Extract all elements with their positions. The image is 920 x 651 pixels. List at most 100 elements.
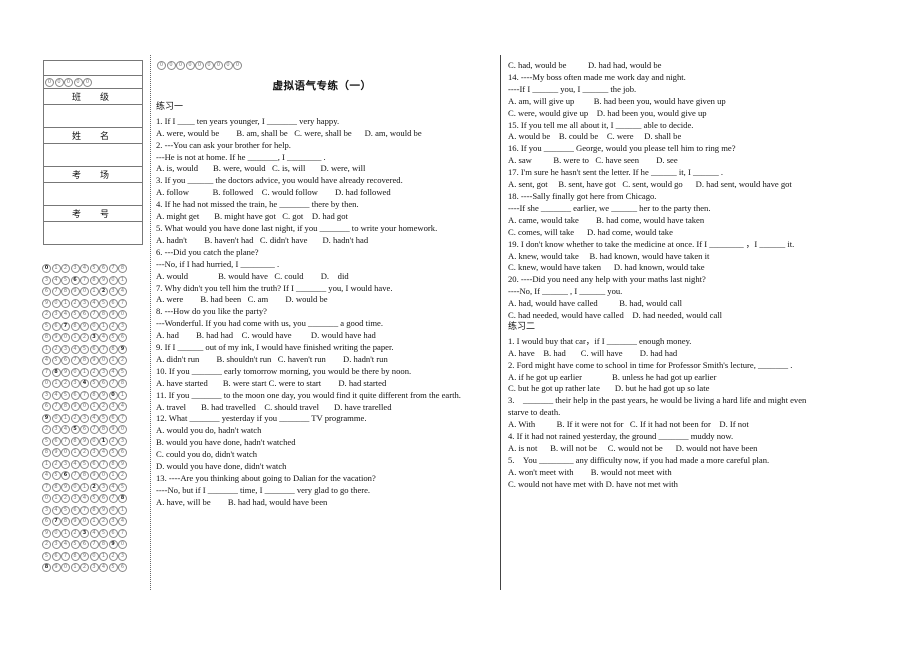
answer-bubble[interactable]: 3 [89, 448, 99, 458]
answer-bubble[interactable]: 8 [70, 321, 80, 331]
answer-bubble[interactable]: 5 [70, 425, 80, 435]
answer-bubble[interactable]: 6 [51, 551, 61, 561]
answer-bubble[interactable]: 2 [108, 436, 118, 446]
answer-bubble[interactable]: 4 [80, 264, 89, 274]
answer-bubble[interactable]: 3 [108, 402, 118, 412]
answer-bubble[interactable]: 4 [118, 287, 127, 297]
answer-bubble[interactable]: 7 [89, 540, 99, 550]
answer-bubble[interactable]: 6 [89, 344, 99, 354]
answer-bubble[interactable]: 6 [61, 356, 70, 366]
answer-bubble[interactable]: 0 [89, 551, 99, 561]
field-blank-class[interactable] [43, 104, 143, 128]
answer-bubble[interactable]: 7 [80, 390, 89, 400]
answer-bubble[interactable]: 8 [89, 390, 99, 400]
answer-bubble[interactable]: 8 [108, 459, 118, 469]
answer-bubble[interactable]: 9 [61, 482, 70, 492]
answer-bubble[interactable]: 3 [99, 367, 108, 377]
answer-bubble[interactable]: 6 [70, 275, 80, 285]
answer-bubble[interactable]: 8 [118, 264, 127, 274]
answer-bubble[interactable]: 6 [108, 528, 118, 538]
answer-bubble[interactable]: 3 [70, 264, 80, 274]
omr-bubble-row[interactable]: 123456789 [42, 459, 144, 471]
answer-bubble[interactable]: 1 [70, 448, 80, 458]
answer-bubble[interactable]: 0 [108, 390, 118, 400]
answer-bubble[interactable]: 9 [80, 321, 89, 331]
answer-bubble[interactable]: 9 [61, 367, 70, 377]
class-bubble-strip[interactable]: 00000 [44, 76, 142, 88]
answer-bubble[interactable]: 9 [70, 517, 80, 527]
answer-bubble[interactable]: 6 [99, 264, 108, 274]
answer-bubble[interactable]: 7 [99, 459, 108, 469]
answer-bubble[interactable]: 9 [108, 540, 118, 550]
answer-bubble[interactable]: 0 [42, 494, 51, 504]
answer-bubble[interactable]: 5 [118, 482, 127, 492]
answer-bubble[interactable]: 3 [118, 551, 127, 561]
answer-bubble[interactable]: 5 [70, 540, 80, 550]
answer-bubble[interactable]: 2 [61, 379, 70, 389]
answer-bubble[interactable]: 4 [61, 310, 70, 320]
answer-bubble[interactable]: 7 [61, 321, 70, 331]
omr-bubble-row[interactable]: 234567890 [42, 424, 144, 436]
answer-bubble[interactable]: 8 [70, 551, 80, 561]
answer-bubble[interactable]: 2 [99, 517, 108, 527]
answer-bubble[interactable]: 6 [42, 517, 51, 527]
field-blank-cell-room[interactable] [43, 182, 143, 206]
answer-bubble[interactable]: 0 [185, 61, 195, 70]
answer-bubble[interactable]: 3 [42, 390, 51, 400]
answer-bubble[interactable]: 7 [108, 379, 118, 389]
answer-bubble[interactable]: 3 [118, 321, 127, 331]
answer-bubble[interactable]: 9 [42, 413, 51, 423]
answer-bubble[interactable]: 7 [51, 402, 61, 412]
answer-bubble[interactable]: 1 [108, 471, 118, 481]
answer-bubble[interactable]: 0 [118, 310, 127, 320]
answer-bubble[interactable]: 5 [80, 459, 89, 469]
answer-bubble[interactable]: 8 [118, 494, 127, 504]
answer-bubble[interactable]: 0 [61, 448, 70, 458]
answer-bubble[interactable]: 1 [99, 321, 108, 331]
answer-bubble[interactable]: 1 [89, 402, 99, 412]
answer-bubble[interactable]: 4 [61, 540, 70, 550]
answer-bubble[interactable]: 8 [99, 540, 108, 550]
field-blank-room[interactable] [43, 182, 143, 206]
answer-bubble[interactable]: 5 [99, 413, 108, 423]
answer-bubble[interactable]: 5 [42, 551, 51, 561]
answer-bubble[interactable]: 8 [42, 333, 51, 343]
answer-bubble[interactable]: 0 [108, 275, 118, 285]
omr-bubble-row[interactable]: 012345678 [42, 493, 144, 505]
answer-bubble[interactable]: 0 [99, 471, 108, 481]
answer-bubble[interactable]: 1 [80, 482, 89, 492]
answer-bubble[interactable]: 9 [80, 436, 89, 446]
omr-bubble-row[interactable]: 901234567 [42, 298, 144, 310]
answer-bubble[interactable]: 2 [51, 459, 61, 469]
answer-bubble[interactable]: 8 [61, 402, 70, 412]
answer-bubble[interactable]: 9 [42, 298, 51, 308]
answer-bubble[interactable]: 4 [70, 459, 80, 469]
answer-bubble[interactable]: 7 [80, 505, 89, 515]
answer-bubble[interactable]: 7 [99, 344, 108, 354]
answer-bubble[interactable]: 2 [61, 494, 70, 504]
answer-bubble[interactable]: 5 [80, 344, 89, 354]
answer-bubble[interactable]: 1 [42, 344, 51, 354]
answer-bubble[interactable]: 1 [70, 333, 80, 343]
answer-bubble[interactable]: 0 [89, 321, 99, 331]
answer-bubble[interactable]: 7 [118, 413, 127, 423]
answer-bubble[interactable]: 1 [99, 436, 108, 446]
answer-bubble[interactable]: 6 [108, 298, 118, 308]
answer-bubble[interactable]: 3 [42, 275, 51, 285]
answer-bubble[interactable]: 5 [108, 563, 118, 573]
answer-bubble[interactable]: 7 [70, 356, 80, 366]
answer-bubble[interactable]: 5 [99, 298, 108, 308]
omr-bubble-row[interactable]: 234567890 [42, 309, 144, 321]
answer-bubble[interactable]: 0 [176, 61, 185, 70]
answer-bubble[interactable]: 2 [80, 333, 89, 343]
answer-bubble[interactable]: 0 [80, 287, 89, 297]
answer-bubble[interactable]: 0 [89, 436, 99, 446]
answer-bubble[interactable]: 8 [108, 344, 118, 354]
omr-bubble-row[interactable]: 345678901 [42, 505, 144, 517]
answer-bubble[interactable]: 4 [51, 275, 61, 285]
answer-bubble[interactable]: 8 [89, 275, 99, 285]
answer-bubble[interactable]: 7 [61, 551, 70, 561]
answer-bubble[interactable]: 3 [61, 459, 70, 469]
answer-bubble[interactable]: 8 [99, 310, 108, 320]
answer-bubble[interactable]: 6 [42, 402, 51, 412]
